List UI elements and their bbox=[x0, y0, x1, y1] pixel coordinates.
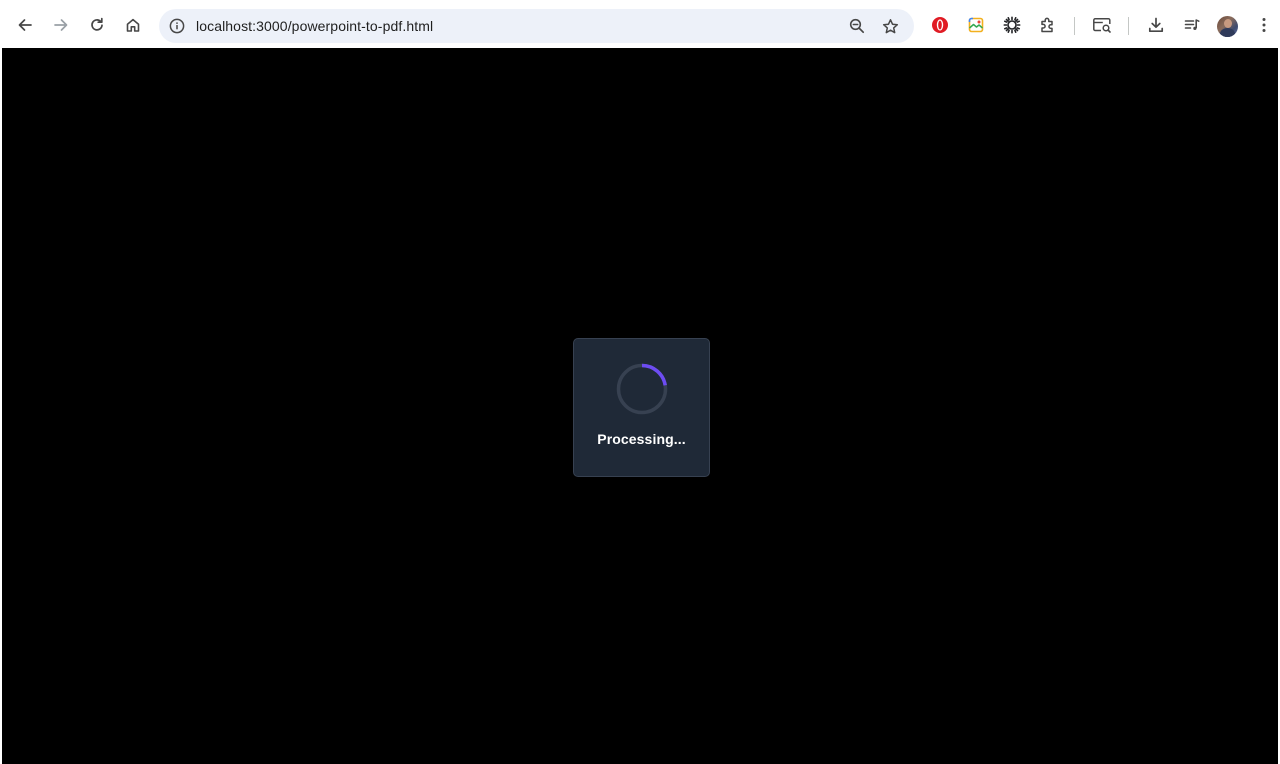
spinner-icon bbox=[616, 363, 668, 415]
browser-menu-button[interactable] bbox=[1251, 12, 1277, 38]
opera-extension-button[interactable] bbox=[927, 12, 953, 38]
address-bar[interactable]: localhost:3000/powerpoint-to-pdf.html bbox=[159, 9, 914, 43]
reload-button[interactable] bbox=[84, 12, 110, 38]
browser-toolbar: localhost:3000/powerpoint-to-pdf.html bbox=[2, 0, 1278, 48]
avatar-face bbox=[1224, 19, 1232, 28]
browser-window: localhost:3000/powerpoint-to-pdf.html Pr… bbox=[0, 0, 1280, 764]
home-button[interactable] bbox=[120, 12, 146, 38]
processing-modal: Processing... bbox=[573, 338, 710, 477]
arrow-right-icon bbox=[54, 19, 68, 31]
star-icon bbox=[882, 18, 898, 33]
media-button[interactable] bbox=[1179, 12, 1205, 38]
avatar-body bbox=[1220, 28, 1235, 37]
download-icon bbox=[1148, 17, 1164, 33]
colorful-picture-icon bbox=[968, 17, 984, 33]
tab-search-button[interactable] bbox=[1089, 12, 1115, 38]
sun-icon bbox=[1003, 16, 1021, 34]
info-icon bbox=[169, 18, 185, 34]
url-text[interactable]: localhost:3000/powerpoint-to-pdf.html bbox=[196, 17, 433, 35]
processing-label: Processing... bbox=[597, 431, 686, 447]
arrow-left-icon bbox=[18, 19, 32, 31]
home-icon bbox=[126, 18, 140, 32]
picture-extension-button[interactable] bbox=[963, 12, 989, 38]
toolbar-divider bbox=[1128, 17, 1129, 35]
zoom-out-icon bbox=[849, 18, 865, 34]
downloads-button[interactable] bbox=[1143, 12, 1169, 38]
avatar[interactable] bbox=[1217, 16, 1238, 37]
zoom-button[interactable] bbox=[847, 16, 867, 36]
forward-button[interactable] bbox=[48, 12, 74, 38]
opera-icon bbox=[932, 17, 948, 33]
site-info-button[interactable] bbox=[167, 16, 187, 36]
media-queue-icon bbox=[1184, 19, 1200, 30]
toolbar-divider bbox=[1074, 17, 1075, 35]
extensions-button[interactable] bbox=[1035, 12, 1061, 38]
reload-icon bbox=[91, 17, 103, 31]
sun-extension-button[interactable] bbox=[999, 12, 1025, 38]
tab-search-icon bbox=[1093, 18, 1111, 33]
bookmark-button[interactable] bbox=[880, 16, 900, 36]
back-button[interactable] bbox=[12, 12, 38, 38]
puzzle-icon bbox=[1041, 17, 1053, 33]
kebab-menu-icon bbox=[1262, 18, 1266, 32]
